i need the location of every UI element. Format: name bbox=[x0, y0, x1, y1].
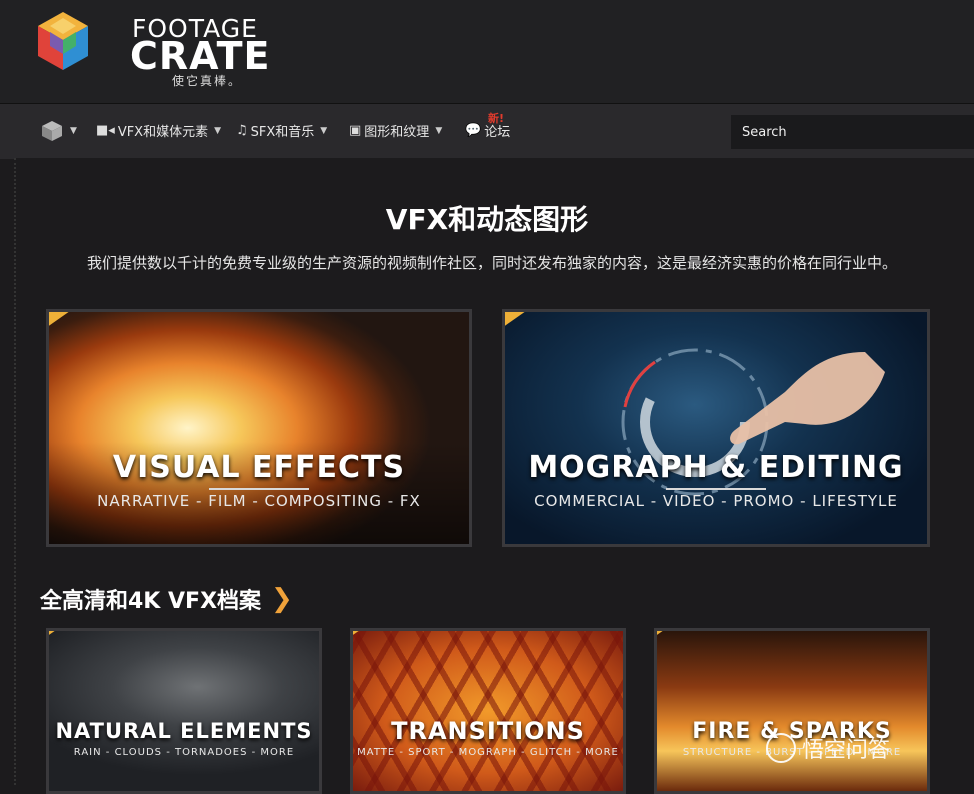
nav-item-graphics[interactable]: ▣ 图形和纹理 ▼ bbox=[349, 121, 442, 140]
page-subtitle: 我们提供数以千计的免费专业级的生产资源的视频制作社区，同时还发布独家的内容，这是… bbox=[86, 254, 897, 272]
corner-ribbon bbox=[49, 631, 153, 649]
corner-ribbon bbox=[657, 631, 761, 649]
card-title: MOGRAPH & EDITING bbox=[528, 450, 904, 485]
card-subtitle: COMMERCIAL - VIDEO - PROMO - LIFESTYLE bbox=[534, 492, 898, 510]
search-input[interactable] bbox=[731, 115, 974, 149]
card-subtitle: RAIN - CLOUDS - TORNADOES - MORE bbox=[73, 747, 295, 758]
card-underline bbox=[666, 488, 766, 490]
nav-label-graphics: 图形和纹理 bbox=[364, 125, 430, 140]
card-fire-sparks[interactable]: FIRE & SPARKS STRUCTURE - BURST - SPEED … bbox=[654, 628, 930, 794]
footage-crate-logo[interactable]: FOOTAGE CRATE 使它真棒。 bbox=[28, 10, 270, 92]
chevron-down-icon: ▼ bbox=[70, 126, 77, 136]
card-underline bbox=[209, 488, 309, 490]
nav-item-vfx[interactable]: ■◂ VFX和媒体元素 ▼ bbox=[96, 121, 221, 140]
nav-label-sfx: SFX和音乐 bbox=[250, 125, 315, 140]
card-title: NATURAL ELEMENTS bbox=[55, 719, 313, 743]
nav-label-vfx: VFX和媒体元素 bbox=[117, 125, 209, 140]
site-header: FOOTAGE CRATE 使它真棒。 bbox=[0, 0, 974, 103]
wukong-logo-icon bbox=[766, 733, 796, 763]
card-subtitle: NARRATIVE - FILM - COMPOSITING - FX bbox=[97, 492, 421, 510]
chevron-down-icon: ▼ bbox=[435, 125, 443, 136]
crate-icon bbox=[42, 121, 62, 141]
page-title: VFX和动态图形 bbox=[385, 203, 589, 236]
logo-tagline: 使它真棒。 bbox=[172, 74, 243, 88]
corner-ribbon bbox=[353, 631, 457, 649]
section-heading-vfx-archive[interactable]: 全高清和4K VFX档案 ❯ bbox=[40, 583, 293, 615]
card-mograph-editing[interactable]: MOGRAPH & EDITING COMMERCIAL - VIDEO - P… bbox=[502, 309, 930, 547]
nav-item-home[interactable]: ▼ bbox=[40, 120, 77, 142]
chevron-down-icon: ▼ bbox=[214, 125, 222, 136]
card-title: VISUAL EFFECTS bbox=[112, 450, 406, 485]
music-note-icon: ♫ bbox=[236, 123, 248, 138]
new-badge: 新! bbox=[488, 112, 505, 125]
corner-ribbon bbox=[49, 312, 191, 336]
crate-logo-icon bbox=[38, 12, 88, 70]
card-visual-effects[interactable]: VISUAL EFFECTS NARRATIVE - FILM - COMPOS… bbox=[46, 309, 472, 547]
card-transitions[interactable]: TRANSITIONS MATTE - SPORT - MOGRAPH - GL… bbox=[350, 628, 626, 794]
nav-item-sfx[interactable]: ♫ SFX和音乐 ▼ bbox=[236, 121, 327, 140]
card-natural-elements[interactable]: NATURAL ELEMENTS RAIN - CLOUDS - TORNADO… bbox=[46, 628, 322, 794]
chat-bubbles-icon: 💬 bbox=[465, 123, 482, 138]
chevron-down-icon: ▼ bbox=[320, 125, 328, 136]
section-heading-text: 全高清和4K VFX档案 bbox=[40, 589, 262, 614]
chevron-right-icon: ❯ bbox=[271, 584, 293, 614]
watermark: 悟空问答 bbox=[766, 732, 890, 764]
watermark-text: 悟空问答 bbox=[802, 738, 891, 763]
video-camera-icon: ■◂ bbox=[96, 123, 115, 138]
card-subtitle: MATTE - SPORT - MOGRAPH - GLITCH - MORE bbox=[357, 747, 619, 758]
image-icon: ▣ bbox=[349, 123, 362, 138]
card-title: TRANSITIONS bbox=[391, 717, 585, 745]
